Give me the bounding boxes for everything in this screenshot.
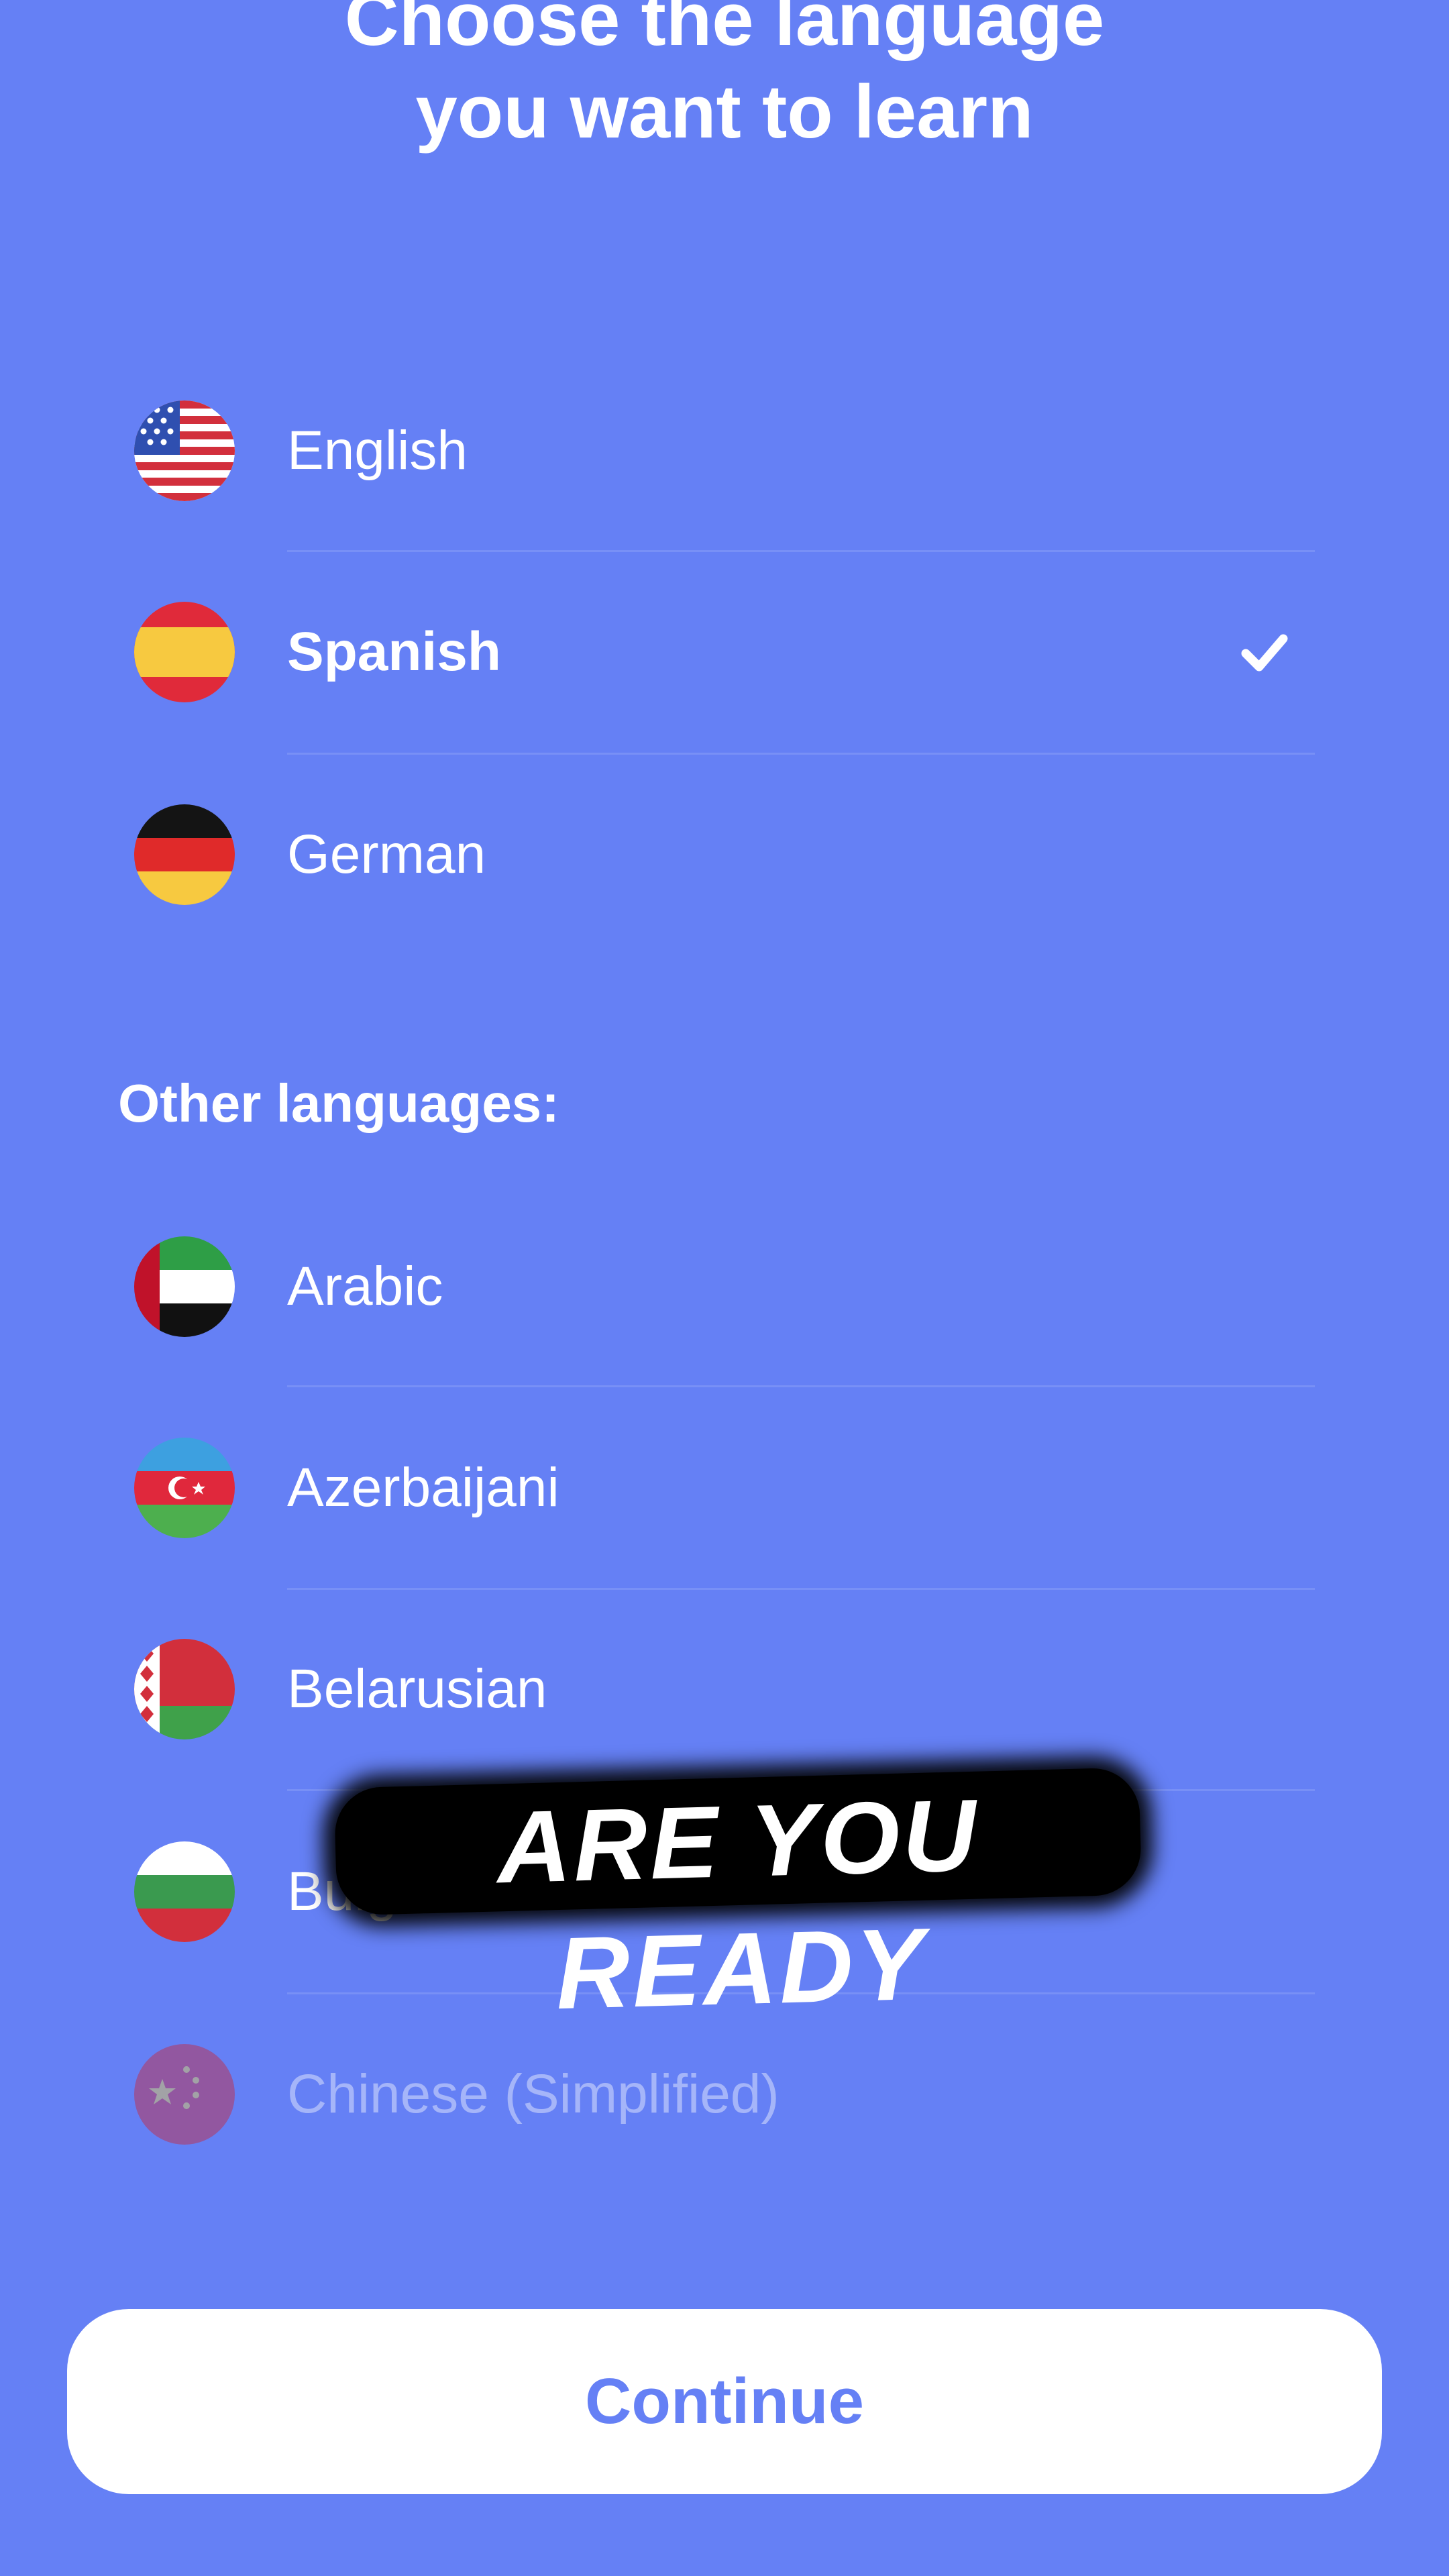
language-option-english[interactable]: English [134, 400, 1315, 501]
language-option-german[interactable]: German [134, 804, 1315, 905]
language-label: Belarusian [287, 1658, 547, 1719]
page-title: Choose the language you want to learn [0, 0, 1449, 158]
caption-overlay: ARE YOU READY [495, 1778, 980, 2031]
us-flag-icon [134, 400, 235, 501]
language-label: German [287, 824, 486, 885]
language-option-spanish[interactable]: Spanish [134, 602, 1315, 702]
azerbaijan-flag-icon [134, 1438, 235, 1538]
bulgaria-flag-icon [134, 1841, 235, 1942]
language-option-chinese-simplified[interactable]: Chinese (Simplified) [134, 2044, 1315, 2145]
language-label: Azerbaijani [287, 1457, 559, 1518]
language-label: Spanish [287, 621, 501, 682]
language-label: Arabic [287, 1256, 443, 1317]
divider [287, 753, 1315, 755]
section-title-other-languages: Other languages: [118, 1073, 559, 1133]
language-option-arabic[interactable]: Arabic [134, 1236, 1315, 1337]
germany-flag-icon [134, 804, 235, 905]
spain-flag-icon [134, 602, 235, 702]
divider [287, 550, 1315, 552]
language-label: Chinese (Simplified) [287, 2063, 780, 2125]
language-option-azerbaijani[interactable]: Azerbaijani [134, 1438, 1315, 1538]
belarus-flag-icon [134, 1639, 235, 1739]
title-line-2: you want to learn [415, 70, 1034, 154]
continue-button[interactable]: Continue [67, 2309, 1382, 2494]
title-line-1: Choose the language [344, 0, 1105, 61]
language-label: English [287, 420, 468, 481]
language-option-belarusian[interactable]: Belarusian [134, 1639, 1315, 1739]
divider [287, 1385, 1315, 1387]
check-icon [1214, 602, 1315, 702]
china-flag-icon [134, 2044, 235, 2145]
uae-flag-icon [134, 1236, 235, 1337]
divider [287, 1588, 1315, 1590]
